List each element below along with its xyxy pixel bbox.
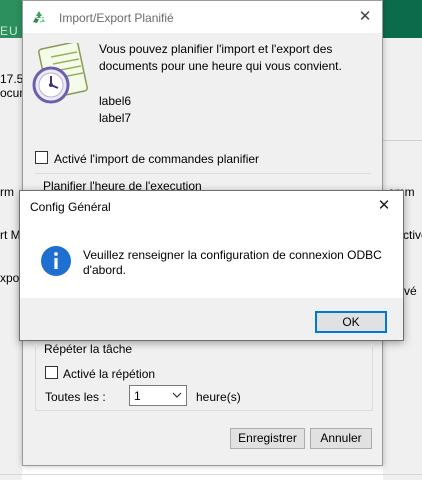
background-app-logo-text: EU — [0, 24, 19, 38]
background-app-text: ctive — [403, 228, 422, 242]
description-text: Vous pouvez planifier l'import et l'expo… — [99, 42, 342, 73]
window-title: Import/Export Planifié — [59, 11, 174, 25]
chevron-down-icon — [172, 392, 182, 398]
close-button[interactable]: ✕ — [354, 7, 376, 27]
ok-button[interactable]: OK — [315, 311, 387, 333]
schedule-clock-icon — [32, 43, 88, 104]
cancel-button[interactable]: Annuler — [310, 428, 372, 449]
hours-unit-label: heure(s) — [196, 390, 241, 404]
dialog-close-button[interactable]: ✕ — [372, 196, 396, 216]
repeat-checkbox-label[interactable]: Activé la répétion — [63, 367, 155, 381]
info-icon — [41, 246, 71, 276]
import-schedule-checkbox-label[interactable]: Activé l'import de commandes planifier — [54, 152, 259, 166]
background-app-text: vé — [404, 284, 417, 298]
repeat-task-group-label: Répéter la tâche — [44, 342, 133, 356]
background-app-divider — [383, 140, 422, 141]
background-app-divider — [0, 474, 422, 475]
import-schedule-checkbox[interactable] — [35, 151, 48, 164]
background-app-text: ocum — [0, 86, 22, 100]
config-dialog: Config Général ✕ Veuillez renseigner la … — [19, 190, 404, 341]
every-label: Toutes les : — [45, 390, 106, 404]
recycle-icon — [33, 11, 45, 23]
save-button[interactable]: Enregistrer — [230, 428, 305, 449]
background-app-text: 17.5 — [0, 72, 22, 86]
dialog-title: Config Général — [30, 200, 111, 214]
label7-text: label7 — [99, 111, 132, 125]
interval-select-value: 1 — [134, 389, 141, 403]
repeat-checkbox[interactable] — [45, 366, 58, 379]
interval-select[interactable]: 1 — [129, 385, 187, 406]
label6-text: label6 — [99, 94, 132, 108]
dialog-message: Veuillez renseigner la configuration de … — [83, 248, 382, 277]
